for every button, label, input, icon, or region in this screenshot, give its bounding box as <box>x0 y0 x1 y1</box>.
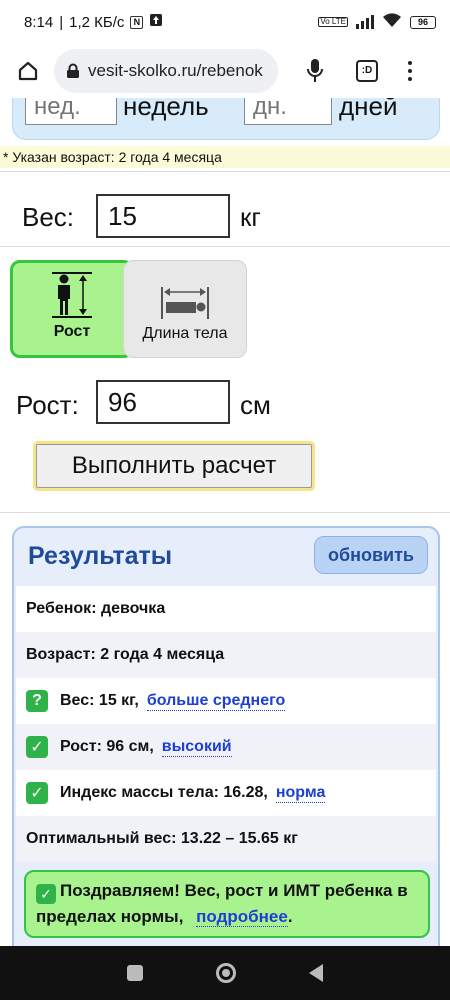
height-assessment-link[interactable]: высокий <box>161 738 232 757</box>
nfc-icon: N <box>130 15 144 29</box>
lying-person-icon <box>161 287 209 319</box>
question-icon: ? <box>26 690 48 712</box>
result-row-optimal: Оптимальный вес: 13.22 – 15.65 кг <box>16 816 436 862</box>
weight-assessment-link[interactable]: больше среднего <box>146 692 286 711</box>
home-icon <box>18 61 38 81</box>
browser-menu-button[interactable] <box>400 56 420 86</box>
height-result: Рост: 96 см, <box>60 738 154 755</box>
weight-result: Вес: 15 кг, <box>60 692 139 709</box>
divider <box>0 512 450 513</box>
divider <box>0 171 450 172</box>
child-sex: Ребенок: девочка <box>26 600 166 617</box>
days-input[interactable] <box>244 98 332 125</box>
height-input[interactable]: 96 <box>96 380 230 424</box>
weight-unit: кг <box>240 202 261 232</box>
result-row-bmi: ✓ Индекс массы тела: 16.28, норма <box>16 770 436 816</box>
divider <box>0 246 450 247</box>
url-text: vesit-skolko.ru/rebenok <box>88 61 263 80</box>
tab-switcher-icon: :D <box>356 60 378 82</box>
signal-icon <box>356 15 374 29</box>
address-bar[interactable]: vesit-skolko.ru/rebenok <box>54 49 278 93</box>
result-row-weight: ? Вес: 15 кг, больше среднего <box>16 678 436 724</box>
days-label: дней <box>339 98 398 121</box>
calculate-button[interactable]: Выполнить расчет <box>36 444 312 488</box>
home-button[interactable] <box>12 55 44 87</box>
result-row-age: Возраст: 2 года 4 месяца <box>16 632 436 678</box>
congrats-end: . <box>287 907 293 926</box>
results-title: Результаты <box>28 542 173 570</box>
page-content: недель дней * Указан возраст: 2 года 4 м… <box>0 98 450 946</box>
back-button[interactable] <box>309 964 324 982</box>
standing-person-icon <box>52 272 92 318</box>
result-row-height: ✓ Рост: 96 см, высокий <box>16 724 436 770</box>
bmi-result: Индекс массы тела: 16.28, <box>60 784 268 801</box>
height-mode-button[interactable]: Рост <box>10 260 134 358</box>
bmi-assessment-link[interactable]: норма <box>275 784 326 803</box>
optimal-weight: Оптимальный вес: 13.22 – 15.65 кг <box>26 830 298 847</box>
refresh-button[interactable]: обновить <box>314 536 428 574</box>
age-panel: недель дней <box>12 98 440 140</box>
status-bar: 8:14 | 1,2 КБ/с N Vo LTE 96 <box>0 0 450 44</box>
recents-button[interactable] <box>126 965 143 981</box>
height-label: Рост: <box>16 390 79 420</box>
network-speed: 1,2 КБ/с <box>69 13 125 31</box>
battery-icon: 96 <box>410 15 436 29</box>
weeks-label: недель <box>123 98 209 121</box>
weight-input[interactable]: 15 <box>96 194 230 238</box>
home-nav-button[interactable] <box>215 963 236 983</box>
results-panel: Результаты обновить Ребенок: девочка Воз… <box>12 526 440 946</box>
congratulations-box: ✓ Поздравляем! Вес, рост и ИМТ ребенка в … <box>24 870 430 938</box>
lock-icon <box>67 63 79 78</box>
age-note: * Указан возраст: 2 года 4 месяца <box>0 146 450 168</box>
checkmark-icon: ✓ <box>26 782 48 804</box>
child-age: Возраст: 2 года 4 месяца <box>26 646 225 663</box>
result-row-child: Ребенок: девочка <box>16 586 436 632</box>
microphone-icon <box>307 59 323 82</box>
weeks-input[interactable] <box>25 98 117 125</box>
height-unit: см <box>240 390 271 420</box>
more-details-link[interactable]: подробнее <box>196 907 288 927</box>
upload-icon <box>149 13 163 31</box>
separator: | <box>59 13 64 31</box>
browser-toolbar: vesit-skolko.ru/rebenok :D <box>0 44 450 98</box>
system-nav-bar <box>0 946 450 1000</box>
volte-icon: Vo LTE <box>318 17 348 27</box>
body-length-mode-button[interactable]: Длина тела <box>123 260 247 358</box>
voice-search-button[interactable] <box>300 56 330 86</box>
body-length-mode-label: Длина тела <box>142 325 228 342</box>
wifi-icon <box>382 12 402 32</box>
checkmark-icon: ✓ <box>26 736 48 758</box>
tabs-button[interactable]: :D <box>352 56 382 86</box>
clock: 8:14 <box>24 13 54 31</box>
checkmark-icon: ✓ <box>36 884 56 904</box>
weight-label: Вес: <box>22 202 75 232</box>
height-mode-label: Рост <box>53 323 91 340</box>
